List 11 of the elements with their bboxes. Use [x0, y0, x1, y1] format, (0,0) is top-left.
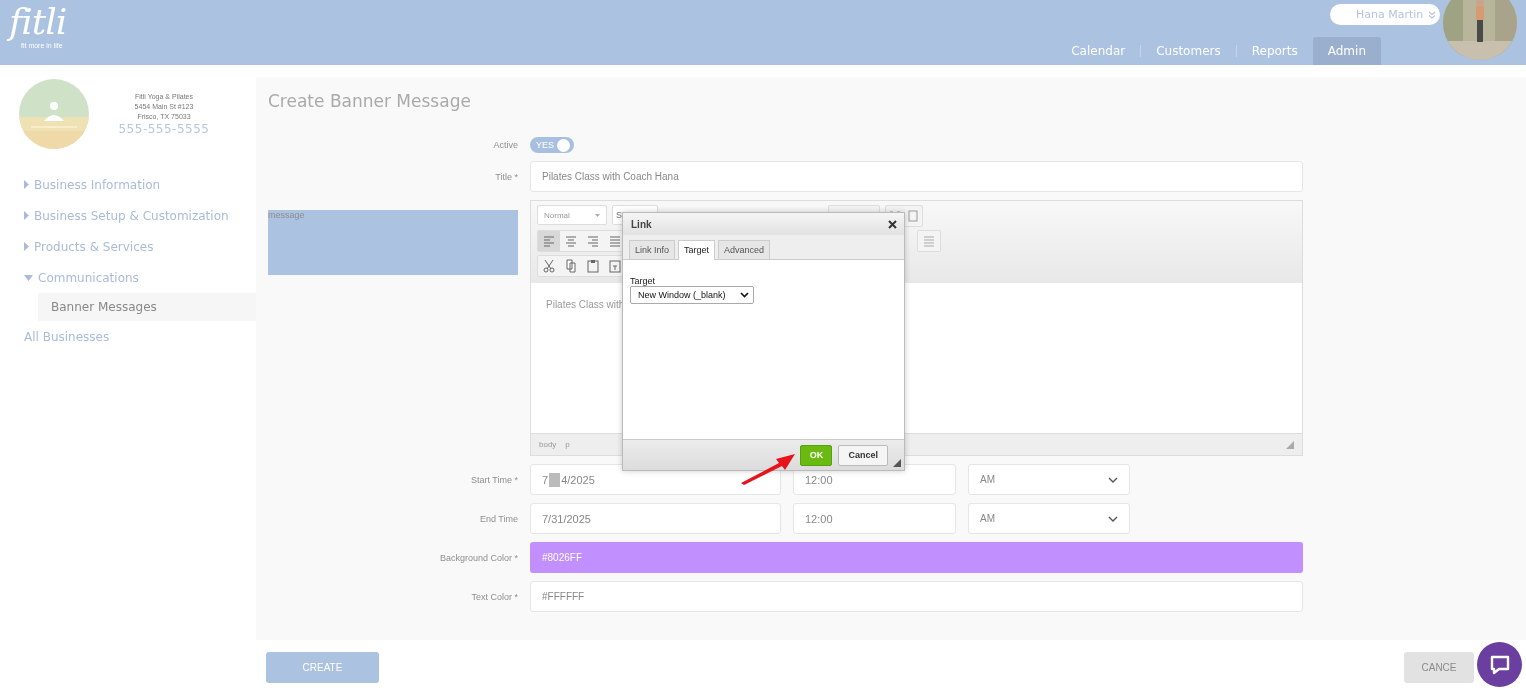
business-phone: 555-555-5555: [118, 122, 210, 136]
field-label: Text Color *: [470, 591, 518, 602]
dialog-title: Link: [631, 218, 652, 230]
page-title: Create Banner Message: [268, 91, 472, 111]
field-label: message: [268, 210, 518, 275]
field-label: Active: [492, 140, 518, 150]
field-label: Start Time *: [470, 474, 518, 485]
target-label: Target: [630, 276, 655, 286]
field-label: Title *: [494, 171, 518, 182]
field-label: End Time: [478, 513, 518, 524]
field-label: Background Color *: [438, 552, 518, 563]
